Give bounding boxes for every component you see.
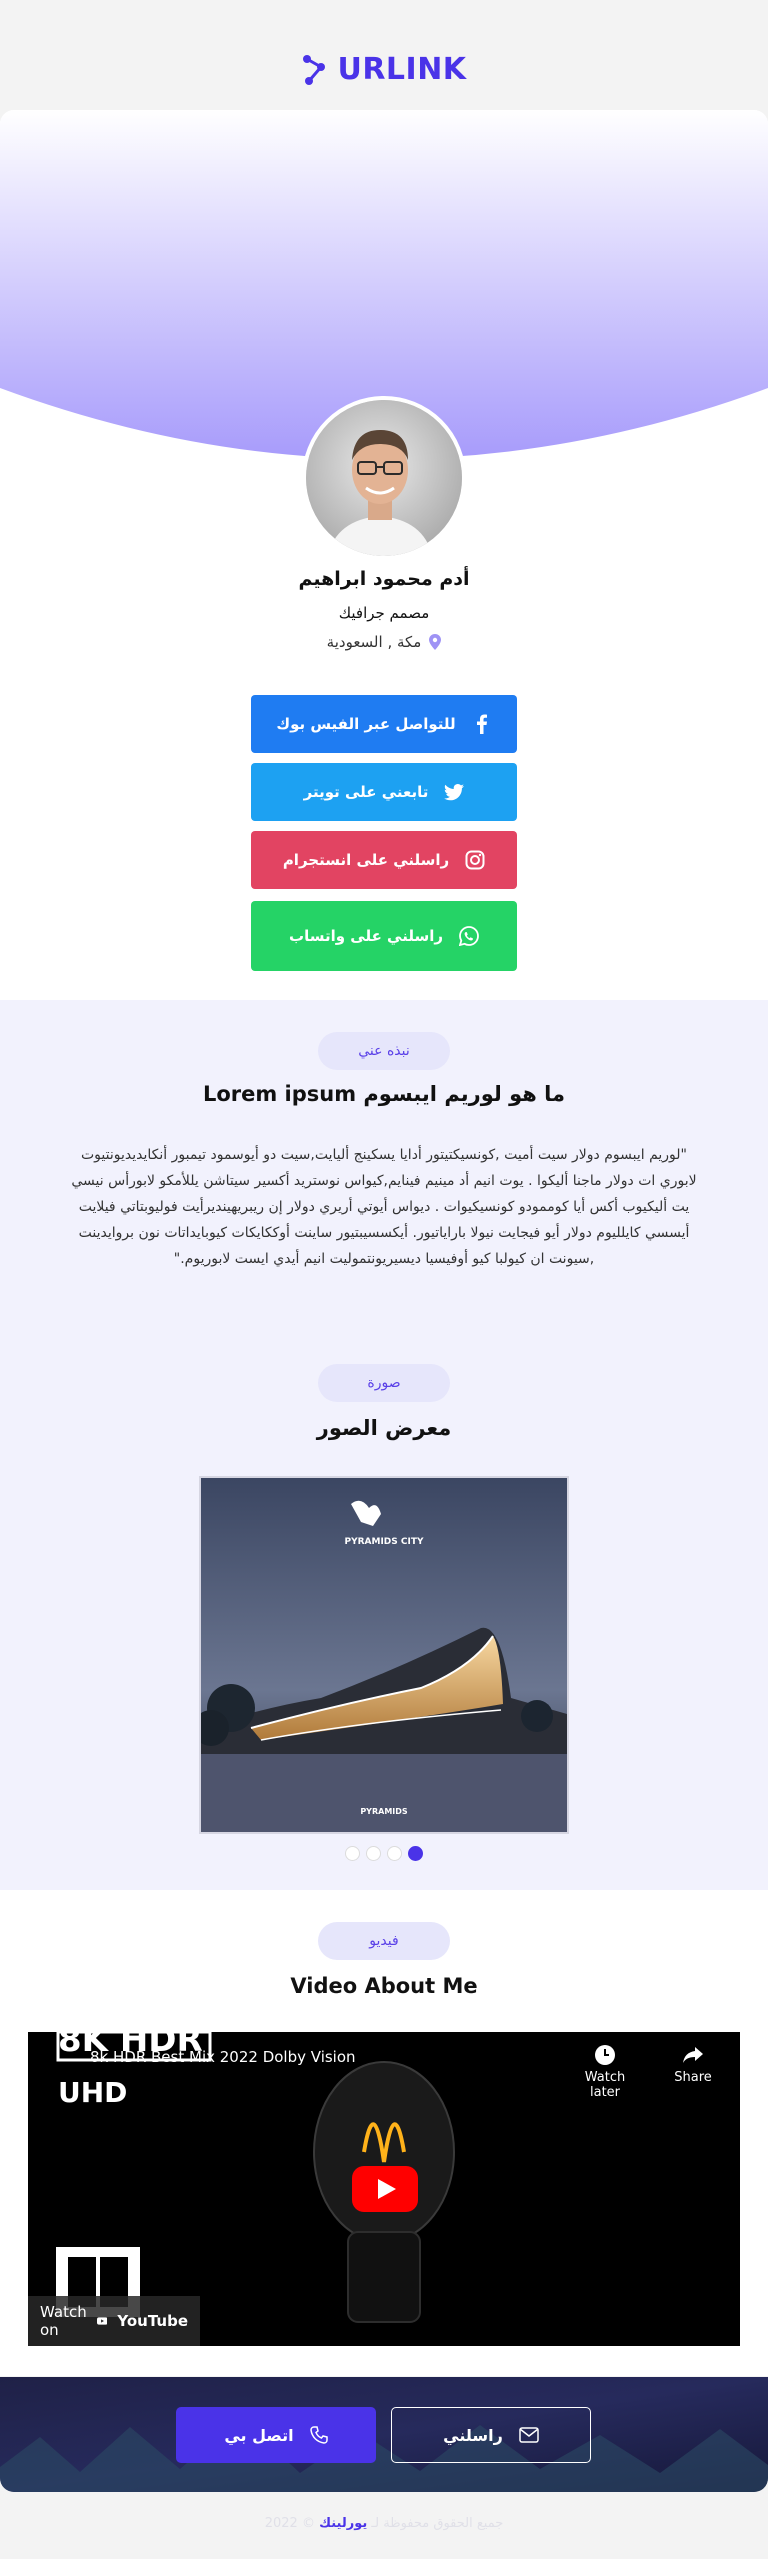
gallery-logo-bottom: PYRAMIDS (360, 1807, 408, 1816)
message-me-button[interactable]: راسلني (391, 2407, 591, 2463)
youtube-label: YouTube (117, 2312, 188, 2330)
gallery-photo: PYRAMIDS CITY PYRAMIDS (201, 1478, 567, 1832)
copyright: جميع الحقوق محفوظة لـ يورلينك © 2022 (0, 2516, 768, 2531)
message-me-label: راسلني (443, 2425, 503, 2445)
watch-later-button[interactable]: Watch later (573, 2044, 637, 2100)
header-logo[interactable]: URLINK (0, 52, 768, 87)
video-section: فيديو Video About Me 8K HDR UHD 8k HDR B… (0, 1890, 768, 2376)
share-icon (683, 2047, 703, 2063)
instagram-button-label: راسلني على انستجرام (282, 851, 450, 869)
gallery-dot-4[interactable] (408, 1846, 423, 1861)
clock-icon (595, 2045, 615, 2065)
facebook-button-label: للتواصل عبر الفيس بوك (276, 715, 456, 733)
twitter-icon (444, 784, 465, 801)
gallery-title: معرض الصور (316, 1416, 452, 1440)
share-label: Share (674, 2070, 712, 2085)
about-section: نبذه عني ما هو لوريم ايبسوم Lorem ipsum … (0, 1000, 768, 1890)
video-badge: فيديو (318, 1922, 450, 1960)
gallery-dot-3[interactable] (387, 1846, 402, 1861)
profile-role: مصمم جرافيك (338, 604, 430, 622)
video-title: Video About Me (290, 1974, 478, 1998)
gallery-logo-top: PYRAMIDS CITY (344, 1537, 423, 1547)
facebook-icon (476, 714, 487, 734)
youtube-logo-icon (96, 2317, 108, 2325)
facebook-button[interactable]: للتواصل عبر الفيس بوك (251, 695, 517, 753)
watch-later-label: Watch later (584, 2070, 626, 2100)
gallery-badge: صورة (318, 1364, 450, 1402)
copyright-text: جميع الحقوق محفوظة لـ (371, 2516, 504, 2531)
gallery-dots (0, 1846, 768, 1861)
instagram-button[interactable]: راسلني على انستجرام (251, 831, 517, 889)
whatsapp-button[interactable]: راسلني على واتساب (251, 901, 517, 971)
location-pin-icon (429, 634, 442, 650)
gallery-dot-2[interactable] (366, 1846, 381, 1861)
envelope-icon (519, 2427, 539, 2443)
instagram-icon (465, 850, 485, 870)
call-me-label: اتصل بي (224, 2425, 294, 2445)
overlay-uhd: UHD (58, 2076, 128, 2109)
gallery-dot-1[interactable] (345, 1846, 360, 1861)
watch-on-youtube-button[interactable]: Watch on YouTube (28, 2296, 200, 2346)
avatar (302, 396, 466, 560)
phone-icon (309, 2426, 328, 2444)
copyright-year: © 2022 (264, 2516, 315, 2531)
call-me-button[interactable]: اتصل بي (176, 2407, 376, 2463)
about-badge: نبذه عني (318, 1032, 450, 1070)
whatsapp-icon (459, 926, 479, 946)
page: URLINK أدم محمود ابراهيم مصمم جرافيك مكة… (0, 0, 768, 2559)
profile-location: مكة , السعودية (0, 633, 768, 651)
footer-background (0, 2377, 768, 2492)
share-button[interactable]: Share (668, 2044, 718, 2085)
person-photo (306, 400, 462, 556)
about-text: "لوريم ايبسوم دولار سيت أميت ,كونسيكتيتو… (71, 1147, 697, 1267)
profile-card: أدم محمود ابراهيم مصمم جرافيك مكة , السع… (0, 110, 768, 1000)
profile-name: أدم محمود ابراهيم (298, 568, 470, 590)
watch-on-label: Watch on (40, 2303, 87, 2339)
copyright-brand-link[interactable]: يورلينك (319, 2516, 367, 2531)
twitter-button-label: تابعني على تويتر (303, 783, 429, 801)
twitter-button[interactable]: تابعني على تويتر (251, 763, 517, 821)
brand-name: URLINK (337, 52, 467, 87)
gallery-image[interactable]: PYRAMIDS CITY PYRAMIDS (199, 1476, 569, 1834)
link-nodes-icon (303, 54, 326, 85)
about-title: ما هو لوريم ايبسوم Lorem ipsum (202, 1082, 566, 1106)
youtube-play-icon[interactable] (352, 2166, 418, 2212)
footer-cta: اتصل بي راسلني (0, 2377, 768, 2492)
whatsapp-button-label: راسلني على واتساب (289, 927, 444, 945)
video-title-text[interactable]: 8k HDR Best Mix 2022 Dolby Vision (90, 2048, 356, 2066)
location-text: مكة , السعودية (326, 633, 422, 651)
youtube-embed[interactable]: 8K HDR UHD 8k HDR Best Mix 2022 Dolby Vi… (28, 2032, 740, 2346)
